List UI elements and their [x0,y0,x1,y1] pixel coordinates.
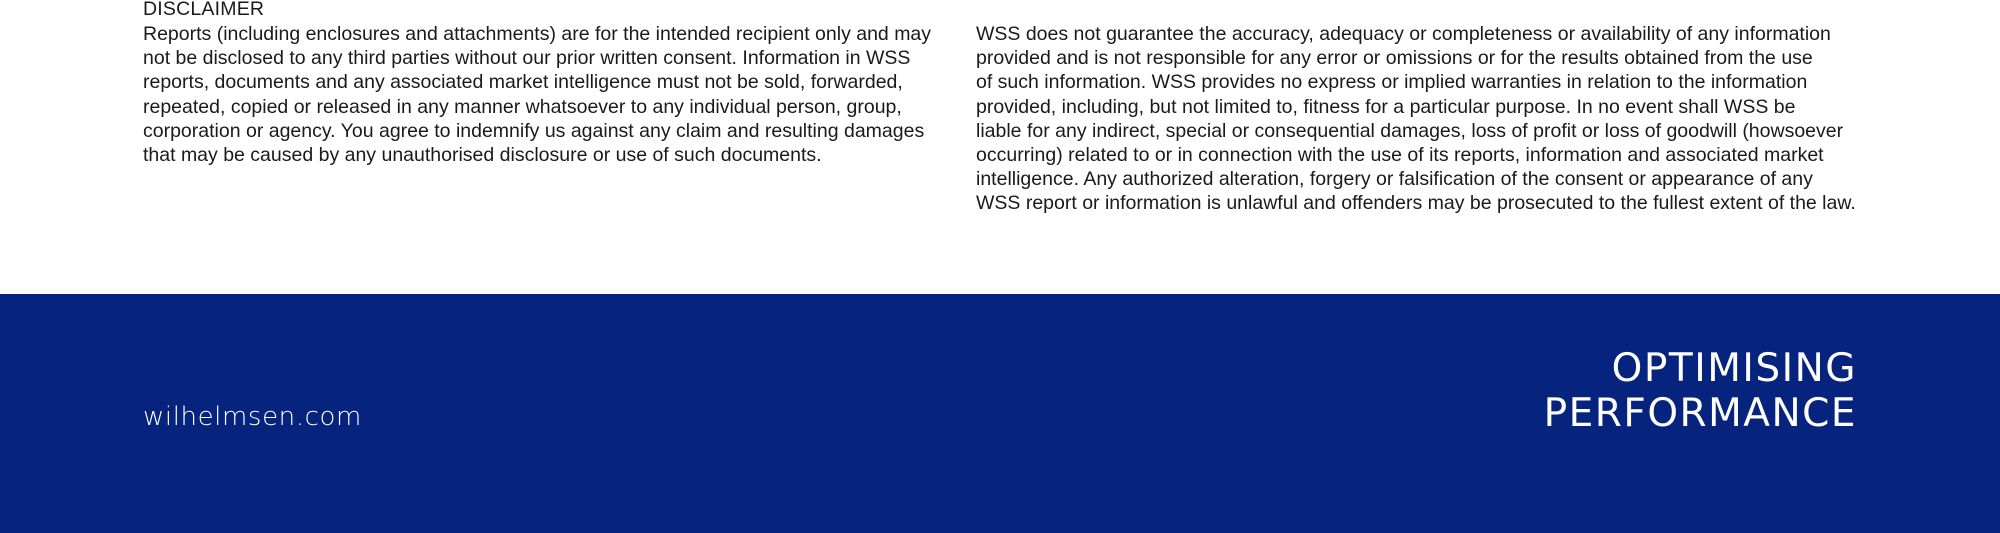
tagline-line-2: PERFORMANCE [1543,391,1857,436]
disclaimer-heading: DISCLAIMER [143,0,265,20]
tagline-line-1: OPTIMISING [1611,346,1857,391]
disclaimer-left-paragraph: Reports (including enclosures and attach… [143,23,932,167]
disclaimer-right-paragraph: WSS does not guarantee the accuracy, ade… [976,23,1856,215]
tagline: OPTIMISING PERFORMANCE [1544,346,1857,436]
footer-banner: wilhelmsen.com OPTIMISING PERFORMANCE [0,294,2000,533]
page: DISCLAIMER Reports (including enclosures… [0,0,2000,533]
website-link[interactable]: wilhelmsen.com [143,401,362,433]
disclaimer-section: DISCLAIMER Reports (including enclosures… [0,0,2000,294]
